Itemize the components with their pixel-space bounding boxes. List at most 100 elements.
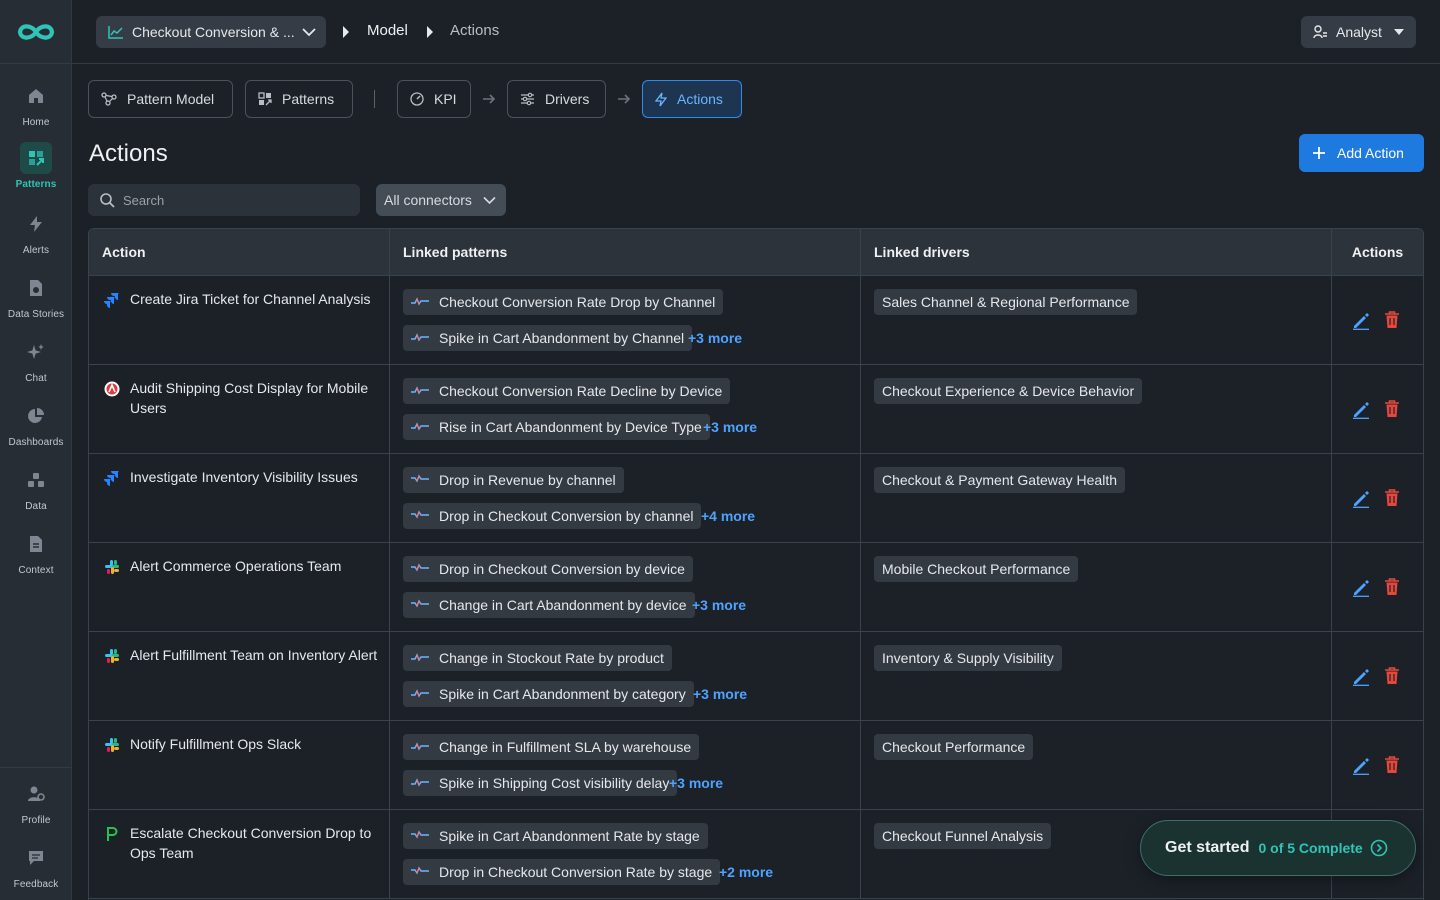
document-icon bbox=[20, 528, 52, 560]
tab-kpi[interactable]: KPI bbox=[397, 80, 471, 118]
action-name[interactable]: Alert Commerce Operations Team bbox=[130, 556, 380, 576]
add-action-button[interactable]: Add Action bbox=[1299, 134, 1424, 172]
more-patterns-link[interactable]: +3 more bbox=[693, 681, 747, 707]
tab-pattern-model[interactable]: Pattern Model bbox=[88, 80, 233, 118]
pattern-chip-label: Drop in Revenue by channel bbox=[439, 472, 616, 488]
pattern-chip[interactable]: Drop in Checkout Conversion Rate by stag… bbox=[403, 859, 721, 885]
sidebar-item-alerts[interactable]: Alerts bbox=[0, 208, 72, 256]
driver-chip[interactable]: Sales Channel & Regional Performance bbox=[874, 289, 1138, 315]
driver-chip[interactable]: Checkout Funnel Analysis bbox=[874, 823, 1052, 849]
tab-actions[interactable]: Actions bbox=[642, 80, 742, 118]
chevron-down-icon bbox=[483, 196, 496, 204]
more-patterns-link[interactable]: +3 more bbox=[703, 414, 757, 440]
pattern-chip[interactable]: Change in Fulfillment SLA by warehouse bbox=[403, 734, 700, 760]
pattern-chip[interactable]: Spike in Cart Abandonment by category bbox=[403, 681, 694, 707]
pattern-chip[interactable]: Drop in Revenue by channel bbox=[403, 467, 624, 493]
pattern-chip[interactable]: Change in Cart Abandonment by device bbox=[403, 592, 695, 618]
pattern-chip-label: Checkout Conversion Rate Drop by Channel bbox=[439, 294, 716, 310]
tab-patterns[interactable]: Patterns bbox=[245, 80, 353, 118]
delete-icon[interactable] bbox=[1384, 578, 1400, 601]
sidebar-item-home[interactable]: Home bbox=[0, 80, 72, 128]
column-header-linked-drivers[interactable]: Linked drivers bbox=[861, 229, 1332, 275]
pattern-chip[interactable]: Drop in Checkout Conversion by device bbox=[403, 556, 693, 582]
column-header-action[interactable]: Action bbox=[89, 229, 390, 275]
linked-drivers-cell: Mobile Checkout Performance bbox=[861, 543, 1332, 631]
edit-icon[interactable] bbox=[1352, 312, 1370, 335]
pattern-chip[interactable]: Rise in Cart Abandonment by Device Type bbox=[403, 414, 710, 440]
linked-patterns-cell: Change in Stockout Rate by product Spike… bbox=[390, 632, 861, 720]
connector-filter-select[interactable]: All connectors bbox=[376, 184, 506, 216]
pattern-chip[interactable]: Spike in Cart Abandonment Rate by stage bbox=[403, 823, 708, 849]
edit-icon[interactable] bbox=[1352, 668, 1370, 691]
sliders-icon bbox=[521, 92, 534, 106]
linked-drivers-cell: Sales Channel & Regional Performance bbox=[861, 276, 1332, 364]
more-patterns-link[interactable]: +2 more bbox=[719, 859, 773, 885]
linked-patterns-cell: Checkout Conversion Rate Decline by Devi… bbox=[390, 365, 861, 453]
pattern-chip-label: Drop in Checkout Conversion by channel bbox=[439, 508, 694, 524]
breadcrumb-actions: Actions bbox=[450, 22, 500, 39]
pattern-chip[interactable]: Drop in Checkout Conversion by channel bbox=[403, 503, 702, 529]
tab-drivers[interactable]: Drivers bbox=[507, 80, 606, 118]
column-header-linked-patterns[interactable]: Linked patterns bbox=[390, 229, 861, 275]
action-cell: Create Jira Ticket for Channel Analysis bbox=[89, 276, 390, 364]
get-started-widget[interactable]: Get started 0 of 5 Complete bbox=[1140, 820, 1416, 876]
driver-chip[interactable]: Mobile Checkout Performance bbox=[874, 556, 1079, 582]
add-action-label: Add Action bbox=[1337, 145, 1404, 161]
sidebar-item-feedback[interactable]: Feedback bbox=[0, 842, 72, 890]
sidebar-item-data-stories[interactable]: Data Stories bbox=[0, 272, 72, 320]
tab-label: Actions bbox=[677, 91, 723, 107]
get-started-progress: 0 of 5 Complete bbox=[1258, 840, 1363, 856]
slack-icon bbox=[104, 559, 120, 575]
sidebar-item-patterns[interactable]: Patterns bbox=[0, 142, 72, 190]
action-name[interactable]: Alert Fulfillment Team on Inventory Aler… bbox=[130, 645, 380, 665]
sidebar: Home Patterns Alerts Data Stories Chat D… bbox=[0, 0, 72, 900]
more-patterns-link[interactable]: +3 more bbox=[669, 770, 723, 796]
edit-icon[interactable] bbox=[1352, 579, 1370, 602]
document-chart-icon bbox=[20, 272, 52, 304]
ops-icon bbox=[104, 381, 120, 397]
delete-icon[interactable] bbox=[1384, 311, 1400, 334]
driver-chip[interactable]: Inventory & Supply Visibility bbox=[874, 645, 1062, 671]
edit-icon[interactable] bbox=[1352, 490, 1370, 513]
sidebar-item-label: Feedback bbox=[13, 879, 59, 890]
dataset-select[interactable]: Checkout Conversion & ... bbox=[96, 16, 326, 48]
action-name[interactable]: Create Jira Ticket for Channel Analysis bbox=[130, 289, 380, 309]
connector-filter-value: All connectors bbox=[384, 192, 472, 208]
dataset-select-value: Checkout Conversion & ... bbox=[132, 24, 295, 40]
action-cell: Audit Shipping Cost Display for Mobile U… bbox=[89, 365, 390, 453]
more-patterns-link[interactable]: +3 more bbox=[692, 592, 746, 618]
pattern-chip[interactable]: Change in Stockout Rate by product bbox=[403, 645, 672, 671]
graph-nodes-icon bbox=[101, 92, 117, 106]
app-logo[interactable] bbox=[0, 0, 71, 64]
sidebar-item-label: Profile bbox=[21, 815, 51, 826]
sidebar-item-chat[interactable]: Chat bbox=[0, 336, 72, 384]
search-input[interactable] bbox=[123, 192, 343, 208]
driver-chip[interactable]: Checkout & Payment Gateway Health bbox=[874, 467, 1126, 493]
breadcrumb-model[interactable]: Model bbox=[367, 22, 408, 39]
delete-icon[interactable] bbox=[1384, 756, 1400, 779]
driver-chip[interactable]: Checkout Performance bbox=[874, 734, 1034, 760]
action-name[interactable]: Audit Shipping Cost Display for Mobile U… bbox=[130, 378, 380, 418]
edit-icon[interactable] bbox=[1352, 757, 1370, 780]
row-actions-cell bbox=[1332, 543, 1423, 631]
sidebar-item-dashboards[interactable]: Dashboards bbox=[0, 400, 72, 448]
more-patterns-link[interactable]: +3 more bbox=[688, 325, 742, 351]
role-select[interactable]: Analyst bbox=[1301, 16, 1416, 48]
action-cell: Alert Fulfillment Team on Inventory Aler… bbox=[89, 632, 390, 720]
action-name[interactable]: Escalate Checkout Conversion Drop to Ops… bbox=[130, 823, 380, 863]
driver-chip[interactable]: Checkout Experience & Device Behavior bbox=[874, 378, 1143, 404]
sidebar-item-profile[interactable]: Profile bbox=[0, 778, 72, 826]
sidebar-item-context[interactable]: Context bbox=[0, 528, 72, 576]
pattern-chip[interactable]: Spike in Shipping Cost visibility delay bbox=[403, 770, 678, 796]
pattern-chip[interactable]: Checkout Conversion Rate Decline by Devi… bbox=[403, 378, 731, 404]
pattern-chip[interactable]: Spike in Cart Abandonment by Channel bbox=[403, 325, 693, 351]
edit-icon[interactable] bbox=[1352, 401, 1370, 424]
more-patterns-link[interactable]: +4 more bbox=[701, 503, 755, 529]
sidebar-item-data[interactable]: Data bbox=[0, 464, 72, 512]
action-name[interactable]: Investigate Inventory Visibility Issues bbox=[130, 467, 380, 487]
delete-icon[interactable] bbox=[1384, 489, 1400, 512]
delete-icon[interactable] bbox=[1384, 400, 1400, 423]
delete-icon[interactable] bbox=[1384, 667, 1400, 690]
action-name[interactable]: Notify Fulfillment Ops Slack bbox=[130, 734, 380, 754]
pattern-chip[interactable]: Checkout Conversion Rate Drop by Channel bbox=[403, 289, 724, 315]
